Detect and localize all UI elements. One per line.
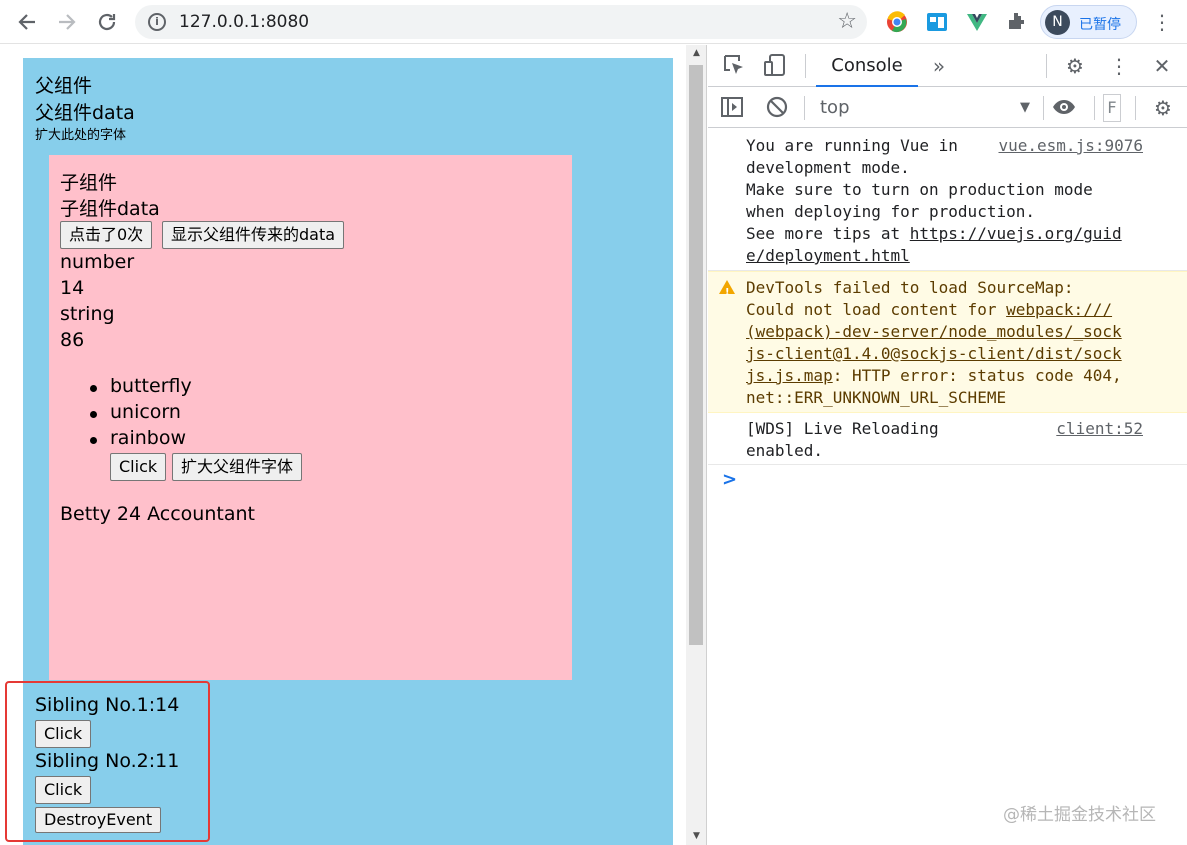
warning-icon xyxy=(719,280,735,304)
source-link[interactable]: client:52 xyxy=(1056,418,1143,440)
console-settings-gear-icon[interactable]: ⚙ xyxy=(1149,94,1177,122)
address-bar[interactable]: i 127.0.0.1:8080 ☆ xyxy=(135,5,867,39)
message-text: when deploying for production. xyxy=(746,202,1035,221)
devtools-tabbar: Console » ⚙ ⋮ ✕ xyxy=(708,45,1187,87)
context-selector[interactable]: top ▼ xyxy=(820,94,1030,122)
device-toolbar-icon[interactable] xyxy=(761,52,789,80)
child-click-button[interactable]: Click xyxy=(110,453,167,481)
reload-icon[interactable] xyxy=(93,8,121,36)
chevron-down-icon: ▼ xyxy=(1020,100,1030,115)
sourcemap-link[interactable]: (webpack)-dev-server/node_modules/_sock xyxy=(746,322,1122,341)
sourcemap-link[interactable]: js.js.map xyxy=(746,366,833,385)
click-count-button[interactable]: 点击了0次 xyxy=(60,221,153,249)
number-value: 14 xyxy=(60,277,85,299)
message-text: Make sure to turn on production mode xyxy=(746,180,1093,199)
warning-text: : HTTP error: status code 404, xyxy=(832,366,1122,385)
string-value: 86 xyxy=(60,329,85,351)
console-filter-bar: top ▼ F ⚙ xyxy=(708,88,1187,128)
parent-data: 父组件data xyxy=(35,102,135,124)
warning-text: Could not load content for xyxy=(746,300,1007,319)
source-link[interactable]: vue.esm.js:9076 xyxy=(999,135,1144,157)
list-item: rainbow xyxy=(90,427,186,449)
message-text: See more tips at xyxy=(746,224,910,243)
sourcemap-link[interactable]: webpack:/// xyxy=(1006,300,1112,319)
tab-console[interactable]: Console xyxy=(816,45,918,87)
divider xyxy=(1043,96,1044,120)
vue-devtools-icon[interactable] xyxy=(965,10,989,34)
warning-text: DevTools failed to load SourceMap: xyxy=(746,278,1074,297)
url-text: 127.0.0.1:8080 xyxy=(179,12,310,32)
parent-title: 父组件 xyxy=(35,75,93,97)
sidebar-toggle-icon[interactable] xyxy=(718,94,746,122)
message-text: You are running Vue in xyxy=(746,136,968,155)
message-text: development mode. xyxy=(746,158,910,177)
scroll-down-icon[interactable]: ▼ xyxy=(686,828,707,845)
site-info-icon[interactable]: i xyxy=(148,13,166,31)
person-info: Betty 24 Accountant xyxy=(60,503,255,525)
number-label: number xyxy=(60,251,135,273)
scroll-up-icon[interactable]: ▲ xyxy=(686,45,707,62)
message-text: [WDS] Live Reloading xyxy=(746,419,939,438)
console-warning: DevTools failed to load SourceMap: Could… xyxy=(708,271,1187,413)
console-message: [WDS] Live Reloading enabled. client:52 xyxy=(708,413,1187,465)
list-item: unicorn xyxy=(90,401,181,423)
vue-docs-link[interactable]: https://vuejs.org/guid xyxy=(910,224,1122,243)
filter-input[interactable]: F xyxy=(1103,94,1121,122)
show-parent-data-button[interactable]: 显示父组件传来的data xyxy=(162,221,345,249)
star-icon[interactable]: ☆ xyxy=(837,9,857,34)
profile-button[interactable]: N 已暂停 xyxy=(1040,5,1137,39)
inspect-element-icon[interactable] xyxy=(720,52,748,80)
child-component: 子组件 子组件data 点击了0次 显示父组件传来的data number 14… xyxy=(49,155,572,680)
more-tabs-icon[interactable]: » xyxy=(925,52,953,80)
eye-icon[interactable] xyxy=(1050,94,1078,122)
browser-toolbar: i 127.0.0.1:8080 ☆ N 已暂停 ⋮ xyxy=(0,0,1187,44)
context-value: top xyxy=(820,97,850,118)
warning-text: net::ERR_UNKNOWN_URL_SCHEME xyxy=(746,388,1007,407)
sourcemap-link[interactable]: js-client@1.4.0@sockjs-client/dist/sock xyxy=(746,344,1122,363)
forward-arrow-icon[interactable] xyxy=(53,8,81,36)
child-title: 子组件 xyxy=(60,172,118,194)
avatar: N xyxy=(1045,10,1070,35)
divider xyxy=(1094,96,1095,120)
vue-docs-link-cont[interactable]: e/deployment.html xyxy=(746,246,910,265)
watermark: @稀土掘金技术社区 xyxy=(1003,805,1156,825)
gear-icon[interactable]: ⚙ xyxy=(1061,52,1089,80)
kebab-menu-icon[interactable]: ⋮ xyxy=(1105,52,1133,80)
highlight-frame xyxy=(5,681,210,842)
page-scrollbar[interactable]: ▲ ▼ xyxy=(686,45,707,845)
list-item: butterfly xyxy=(90,375,192,397)
back-arrow-icon[interactable] xyxy=(13,8,41,36)
scrollbar-thumb[interactable] xyxy=(689,65,703,645)
divider xyxy=(805,54,806,78)
clear-console-icon[interactable] xyxy=(763,94,791,122)
parent-small-text: 扩大此处的字体 xyxy=(35,128,127,143)
chrome-extension-icon[interactable] xyxy=(885,10,909,34)
divider xyxy=(1135,96,1136,120)
console-message: You are running Vue in development mode.… xyxy=(708,135,1187,271)
extension-icon[interactable] xyxy=(1005,10,1029,34)
enlarge-parent-font-button[interactable]: 扩大父组件字体 xyxy=(172,453,303,481)
devtools-panel: Console » ⚙ ⋮ ✕ top ▼ F ⚙ You are runnin… xyxy=(708,45,1187,845)
divider xyxy=(804,96,805,120)
string-label: string xyxy=(60,303,115,325)
kebab-menu-icon[interactable]: ⋮ xyxy=(1152,8,1172,36)
message-text: enabled. xyxy=(746,441,824,460)
console-prompt[interactable]: > xyxy=(722,469,737,490)
page-viewport: 父组件 父组件data 扩大此处的字体 子组件 子组件data 点击了0次 显示… xyxy=(0,45,686,845)
profile-status: 已暂停 xyxy=(1079,17,1121,33)
layout-extension-icon[interactable] xyxy=(925,10,949,34)
child-data-label: 子组件data xyxy=(60,198,160,220)
divider xyxy=(1046,54,1047,78)
close-icon[interactable]: ✕ xyxy=(1148,52,1176,80)
